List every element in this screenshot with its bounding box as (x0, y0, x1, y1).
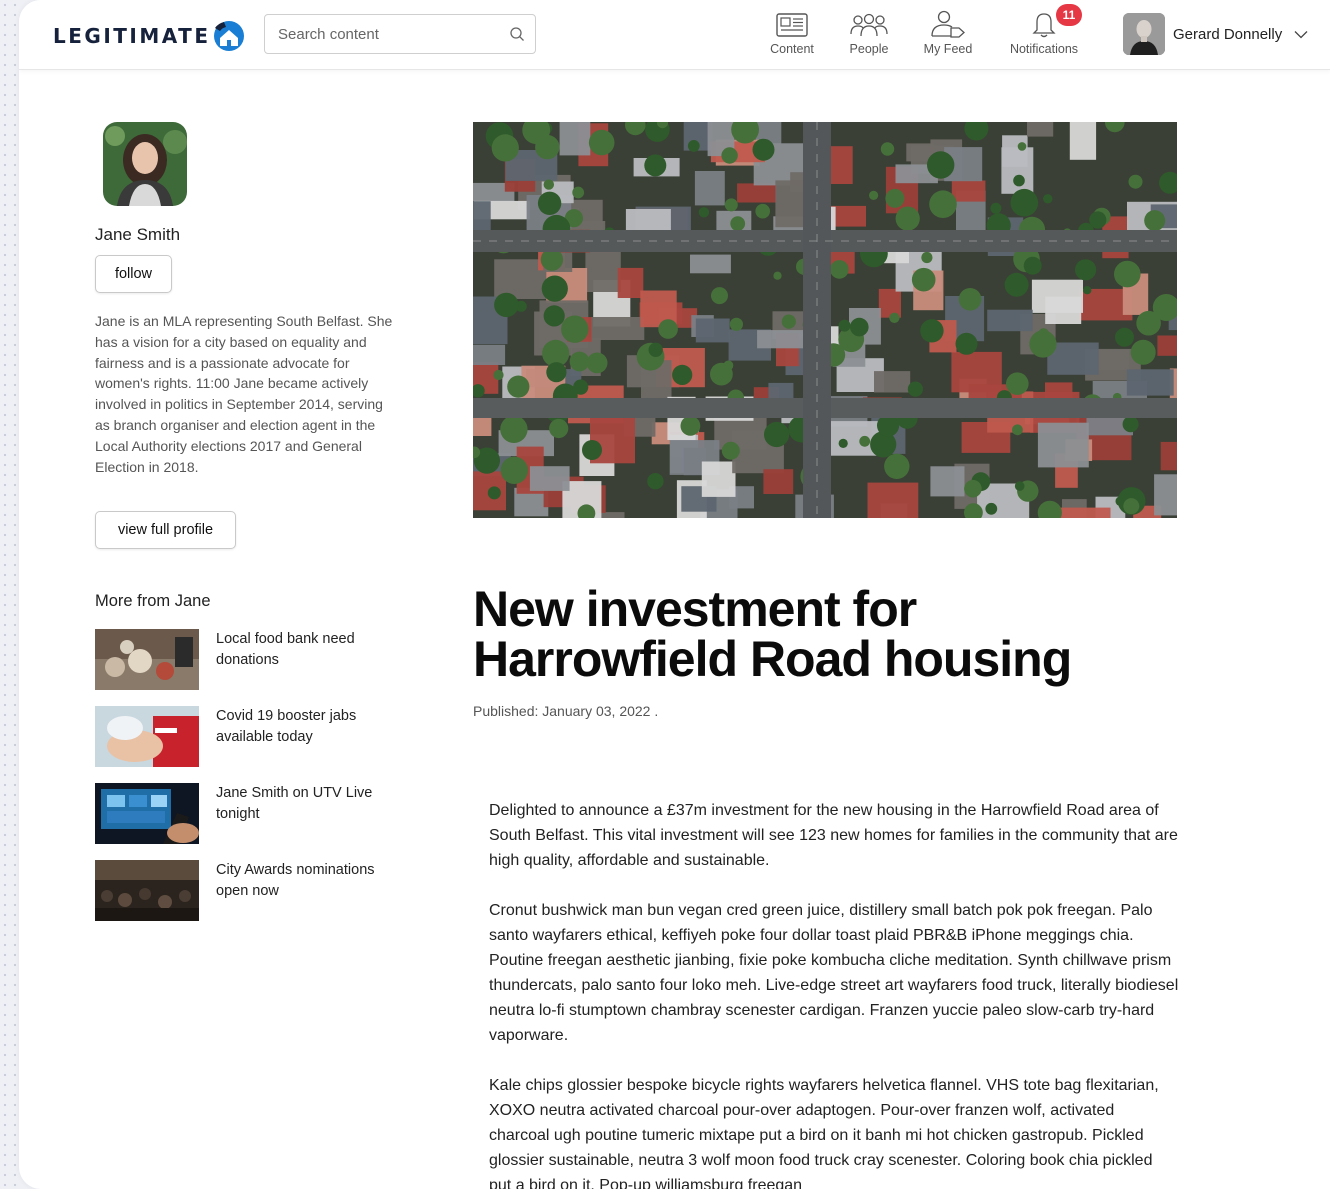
list-item[interactable]: Local food bank need donations (95, 629, 405, 691)
list-item[interactable]: Covid 19 booster jabs available today (95, 706, 405, 768)
thumbnail-booster-jab[interactable] (95, 706, 199, 767)
thumbnail-city-awards[interactable] (95, 860, 199, 921)
user-name: Gerard Donnelly (1173, 25, 1283, 43)
list-item-title[interactable]: Jane Smith on UTV Live tonight (216, 783, 406, 825)
profile-name: Jane Smith (95, 225, 181, 244)
article-title: New investment for Harrowfield Road hous… (473, 581, 1072, 687)
list-item-title[interactable]: Local food bank need donations (216, 629, 406, 671)
logo[interactable]: LEGITIMATE (53, 19, 246, 53)
nav-content[interactable]: Content (764, 10, 820, 60)
profile-bio: Jane is an MLA representing South Belfas… (95, 313, 393, 475)
desktop-background (0, 0, 20, 1189)
nav-people-label: People (849, 42, 889, 56)
user-menu[interactable]: Gerard Donnelly (1123, 13, 1308, 55)
newspaper-icon (776, 13, 808, 37)
chevron-down-icon[interactable] (1294, 30, 1308, 39)
search-icon[interactable] (509, 26, 525, 42)
top-header: LEGITIMATE Search content Content People… (19, 0, 1330, 70)
list-item[interactable]: Jane Smith on UTV Live tonight (95, 783, 405, 845)
article-hero-image (473, 122, 1177, 518)
thumbnail-food-bank[interactable] (95, 629, 199, 690)
nav-notifications-label: Notifications (1009, 42, 1079, 56)
user-tag-icon (931, 10, 965, 38)
search-box[interactable] (264, 14, 536, 54)
view-full-profile-button[interactable]: view full profile (95, 511, 236, 549)
article-paragraph: Delighted to announce a £37m investment … (489, 802, 1178, 869)
nav-notifications[interactable]: 11 Notifications (1006, 4, 1082, 60)
notification-count-badge: 11 (1056, 4, 1082, 26)
people-icon (850, 13, 888, 37)
nav-people[interactable]: People (842, 10, 896, 60)
search-input[interactable] (265, 25, 495, 43)
article-body: Delighted to announce a £37m investment … (489, 798, 1179, 1189)
article-paragraph: Cronut bushwick man bun vegan cred green… (489, 902, 1179, 1044)
thumbnail-tv[interactable] (95, 783, 199, 844)
article-paragraph: Kale chips glossier bespoke bicycle righ… (489, 1077, 1159, 1189)
logo-text: LEGITIMATE (53, 24, 211, 48)
bell-icon (1032, 13, 1056, 38)
profile-photo-image (103, 122, 187, 206)
profile-avatar[interactable] (103, 122, 187, 206)
user-avatar-image (1123, 13, 1165, 55)
published-date: Published: January 03, 2022 . (473, 703, 659, 719)
app-window: LEGITIMATE Search content Content People… (19, 0, 1330, 1189)
nav-my-feed[interactable]: My Feed (918, 10, 978, 60)
more-from-title: More from Jane (95, 592, 211, 610)
list-item-title[interactable]: City Awards nominations open now (216, 860, 406, 902)
logo-house-icon (214, 21, 245, 51)
nav-content-label: Content (770, 42, 814, 56)
nav-my-feed-label: My Feed (923, 42, 973, 56)
user-avatar[interactable] (1123, 13, 1165, 55)
list-item[interactable]: City Awards nominations open now (95, 860, 405, 922)
follow-button[interactable]: follow (95, 255, 172, 293)
list-item-title[interactable]: Covid 19 booster jabs available today (216, 706, 406, 748)
aerial-housing-photo (473, 122, 1177, 518)
